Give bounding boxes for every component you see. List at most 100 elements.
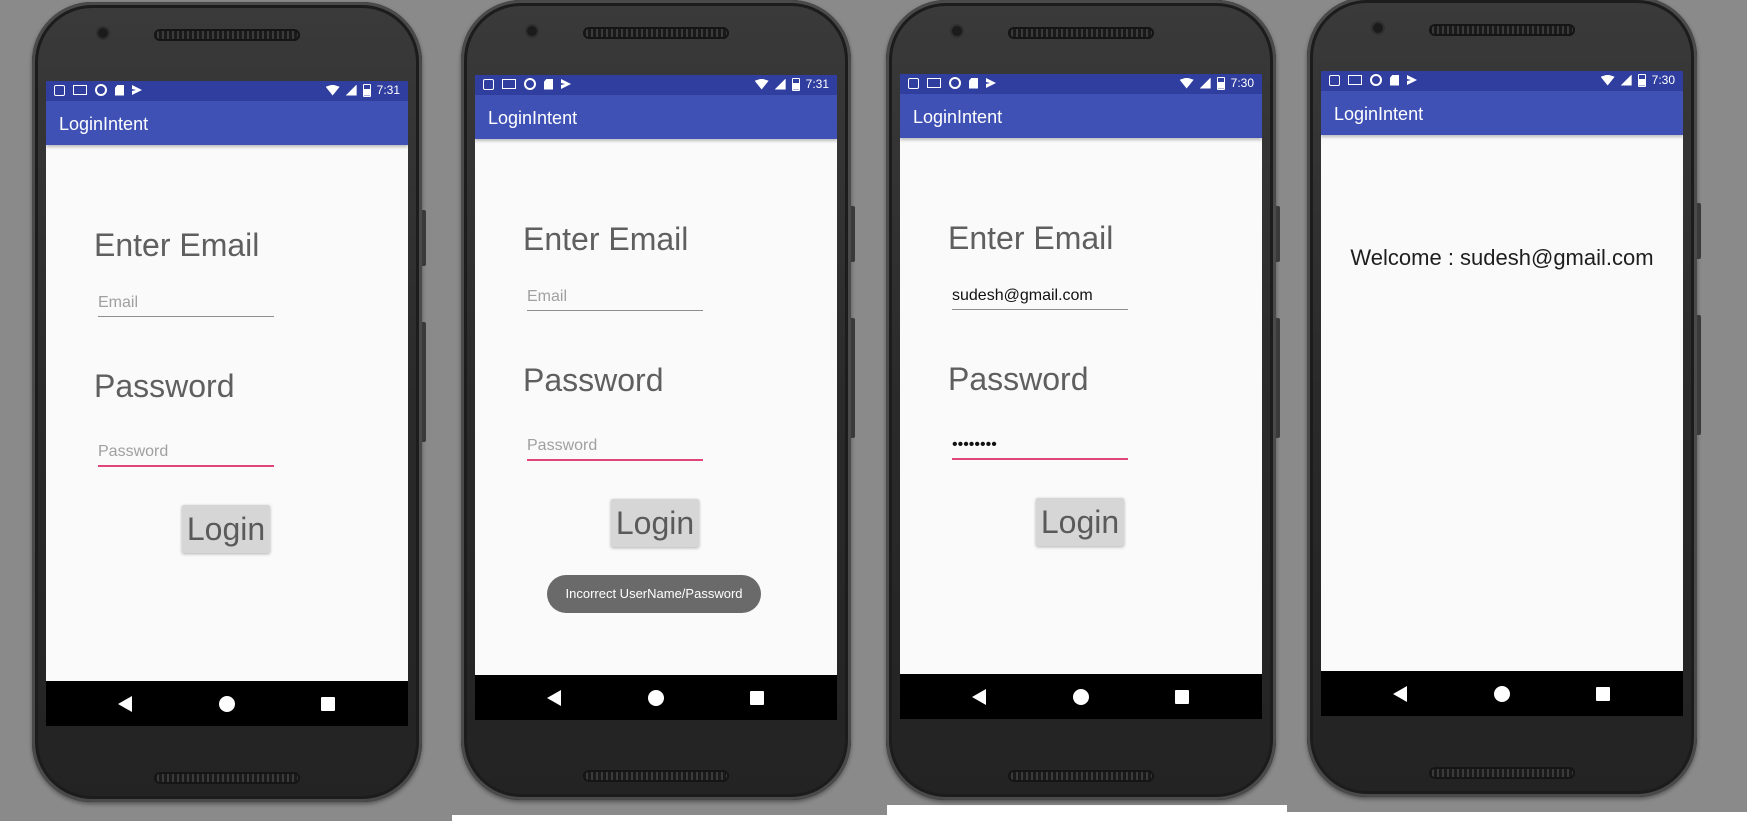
power-button (851, 206, 855, 262)
recents-icon[interactable] (1175, 690, 1189, 704)
speaker-grille (1008, 27, 1154, 39)
camera-icon (952, 26, 962, 36)
home-icon[interactable] (1494, 686, 1510, 702)
email-field[interactable] (527, 286, 703, 311)
status-time: 7:30 (1230, 76, 1254, 90)
volume-button (422, 322, 426, 442)
sd-card-icon (115, 84, 124, 96)
camera-icon (527, 26, 537, 36)
recents-icon[interactable] (1596, 687, 1610, 701)
login-button[interactable]: Login (1036, 498, 1124, 546)
speaker-grille (583, 27, 729, 39)
status-time: 7:30 (1651, 73, 1675, 87)
app-bar: LoginIntent (1321, 91, 1683, 135)
volume-button (1697, 315, 1701, 435)
back-icon[interactable] (118, 696, 132, 712)
wifi-icon (754, 78, 769, 90)
navigation-bar (900, 674, 1262, 719)
email-label: Enter Email (523, 221, 689, 257)
login-button[interactable]: Login (611, 499, 699, 547)
home-icon[interactable] (1073, 689, 1089, 705)
email-field[interactable] (98, 292, 274, 317)
status-bar: 7:31 (475, 75, 837, 95)
recents-icon[interactable] (750, 691, 764, 705)
navigation-bar (475, 675, 837, 720)
password-field[interactable] (98, 441, 274, 467)
speaker-grille (154, 29, 300, 41)
volume-button (851, 318, 855, 438)
signal-icon (1620, 74, 1632, 86)
signal-icon (1199, 77, 1211, 89)
signal-icon (774, 78, 786, 90)
navigation-bar (1321, 671, 1683, 716)
home-icon[interactable] (648, 690, 664, 706)
home-icon[interactable] (219, 696, 235, 712)
battery-icon (1637, 73, 1646, 87)
battery-icon (791, 77, 800, 91)
sd-card-icon (1390, 74, 1399, 86)
notification-a-icon (483, 78, 494, 90)
speaker-grille (583, 770, 729, 782)
navigation-bar (46, 681, 408, 726)
speaker-grille (1429, 24, 1575, 36)
app-bar: LoginIntent (46, 101, 408, 145)
power-button (422, 210, 426, 266)
password-field[interactable] (527, 435, 703, 461)
notification-a-icon (1329, 74, 1340, 86)
email-input[interactable] (952, 287, 1128, 305)
email-input[interactable] (98, 294, 274, 312)
wifi-icon (325, 84, 340, 96)
password-input[interactable] (98, 443, 274, 461)
password-input[interactable] (952, 436, 1128, 454)
app-bar: LoginIntent (475, 95, 837, 139)
app-title: LoginIntent (488, 108, 578, 128)
play-store-icon (561, 79, 571, 89)
camera-icon (98, 28, 108, 38)
speaker-grille (1429, 767, 1575, 779)
app-title: LoginIntent (59, 114, 149, 134)
sync-icon (949, 77, 961, 89)
welcome-message: Welcome : sudesh@gmail.com (1350, 245, 1654, 270)
gmail-icon (73, 85, 87, 95)
back-icon[interactable] (972, 689, 986, 705)
screen: 7:30 LoginIntent Welcome : sudesh@gmail.… (1321, 71, 1683, 716)
password-field[interactable] (952, 434, 1128, 460)
wifi-icon (1179, 77, 1194, 89)
email-input[interactable] (527, 288, 703, 306)
login-button[interactable]: Login (182, 505, 270, 553)
email-label: Enter Email (94, 227, 260, 263)
screen: 7:30 LoginIntent Enter Email Password Lo… (900, 74, 1262, 719)
email-field[interactable] (952, 285, 1128, 310)
back-icon[interactable] (547, 690, 561, 706)
phone-3: 7:30 LoginIntent Enter Email Password Lo… (886, 0, 1280, 800)
screen: 7:31 LoginIntent Enter Email Password Lo… (46, 81, 408, 726)
sd-card-icon (969, 77, 978, 89)
sync-icon (524, 78, 536, 90)
password-label: Password (948, 361, 1089, 397)
play-store-icon (132, 85, 142, 95)
email-label: Enter Email (948, 220, 1114, 256)
status-time: 7:31 (805, 77, 829, 91)
status-bar: 7:31 (46, 81, 408, 101)
camera-icon (1373, 23, 1383, 33)
status-time: 7:31 (376, 83, 400, 97)
screen: 7:31 LoginIntent Enter Email Password Lo… (475, 75, 837, 720)
wifi-icon (1600, 74, 1615, 86)
back-icon[interactable] (1393, 686, 1407, 702)
password-label: Password (523, 362, 664, 398)
phone-4: 7:30 LoginIntent Welcome : sudesh@gmail.… (1307, 0, 1701, 797)
phone-2: 7:31 LoginIntent Enter Email Password Lo… (461, 0, 855, 800)
sd-card-icon (544, 78, 553, 90)
gmail-icon (927, 78, 941, 88)
recents-icon[interactable] (321, 697, 335, 711)
status-bar: 7:30 (1321, 71, 1683, 91)
volume-button (1276, 318, 1280, 438)
notification-a-icon (54, 84, 65, 96)
status-bar: 7:30 (900, 74, 1262, 94)
gmail-icon (1348, 75, 1362, 85)
sync-icon (95, 84, 107, 96)
gmail-icon (502, 79, 516, 89)
app-bar: LoginIntent (900, 94, 1262, 138)
password-input[interactable] (527, 437, 703, 455)
power-button (1276, 206, 1280, 262)
